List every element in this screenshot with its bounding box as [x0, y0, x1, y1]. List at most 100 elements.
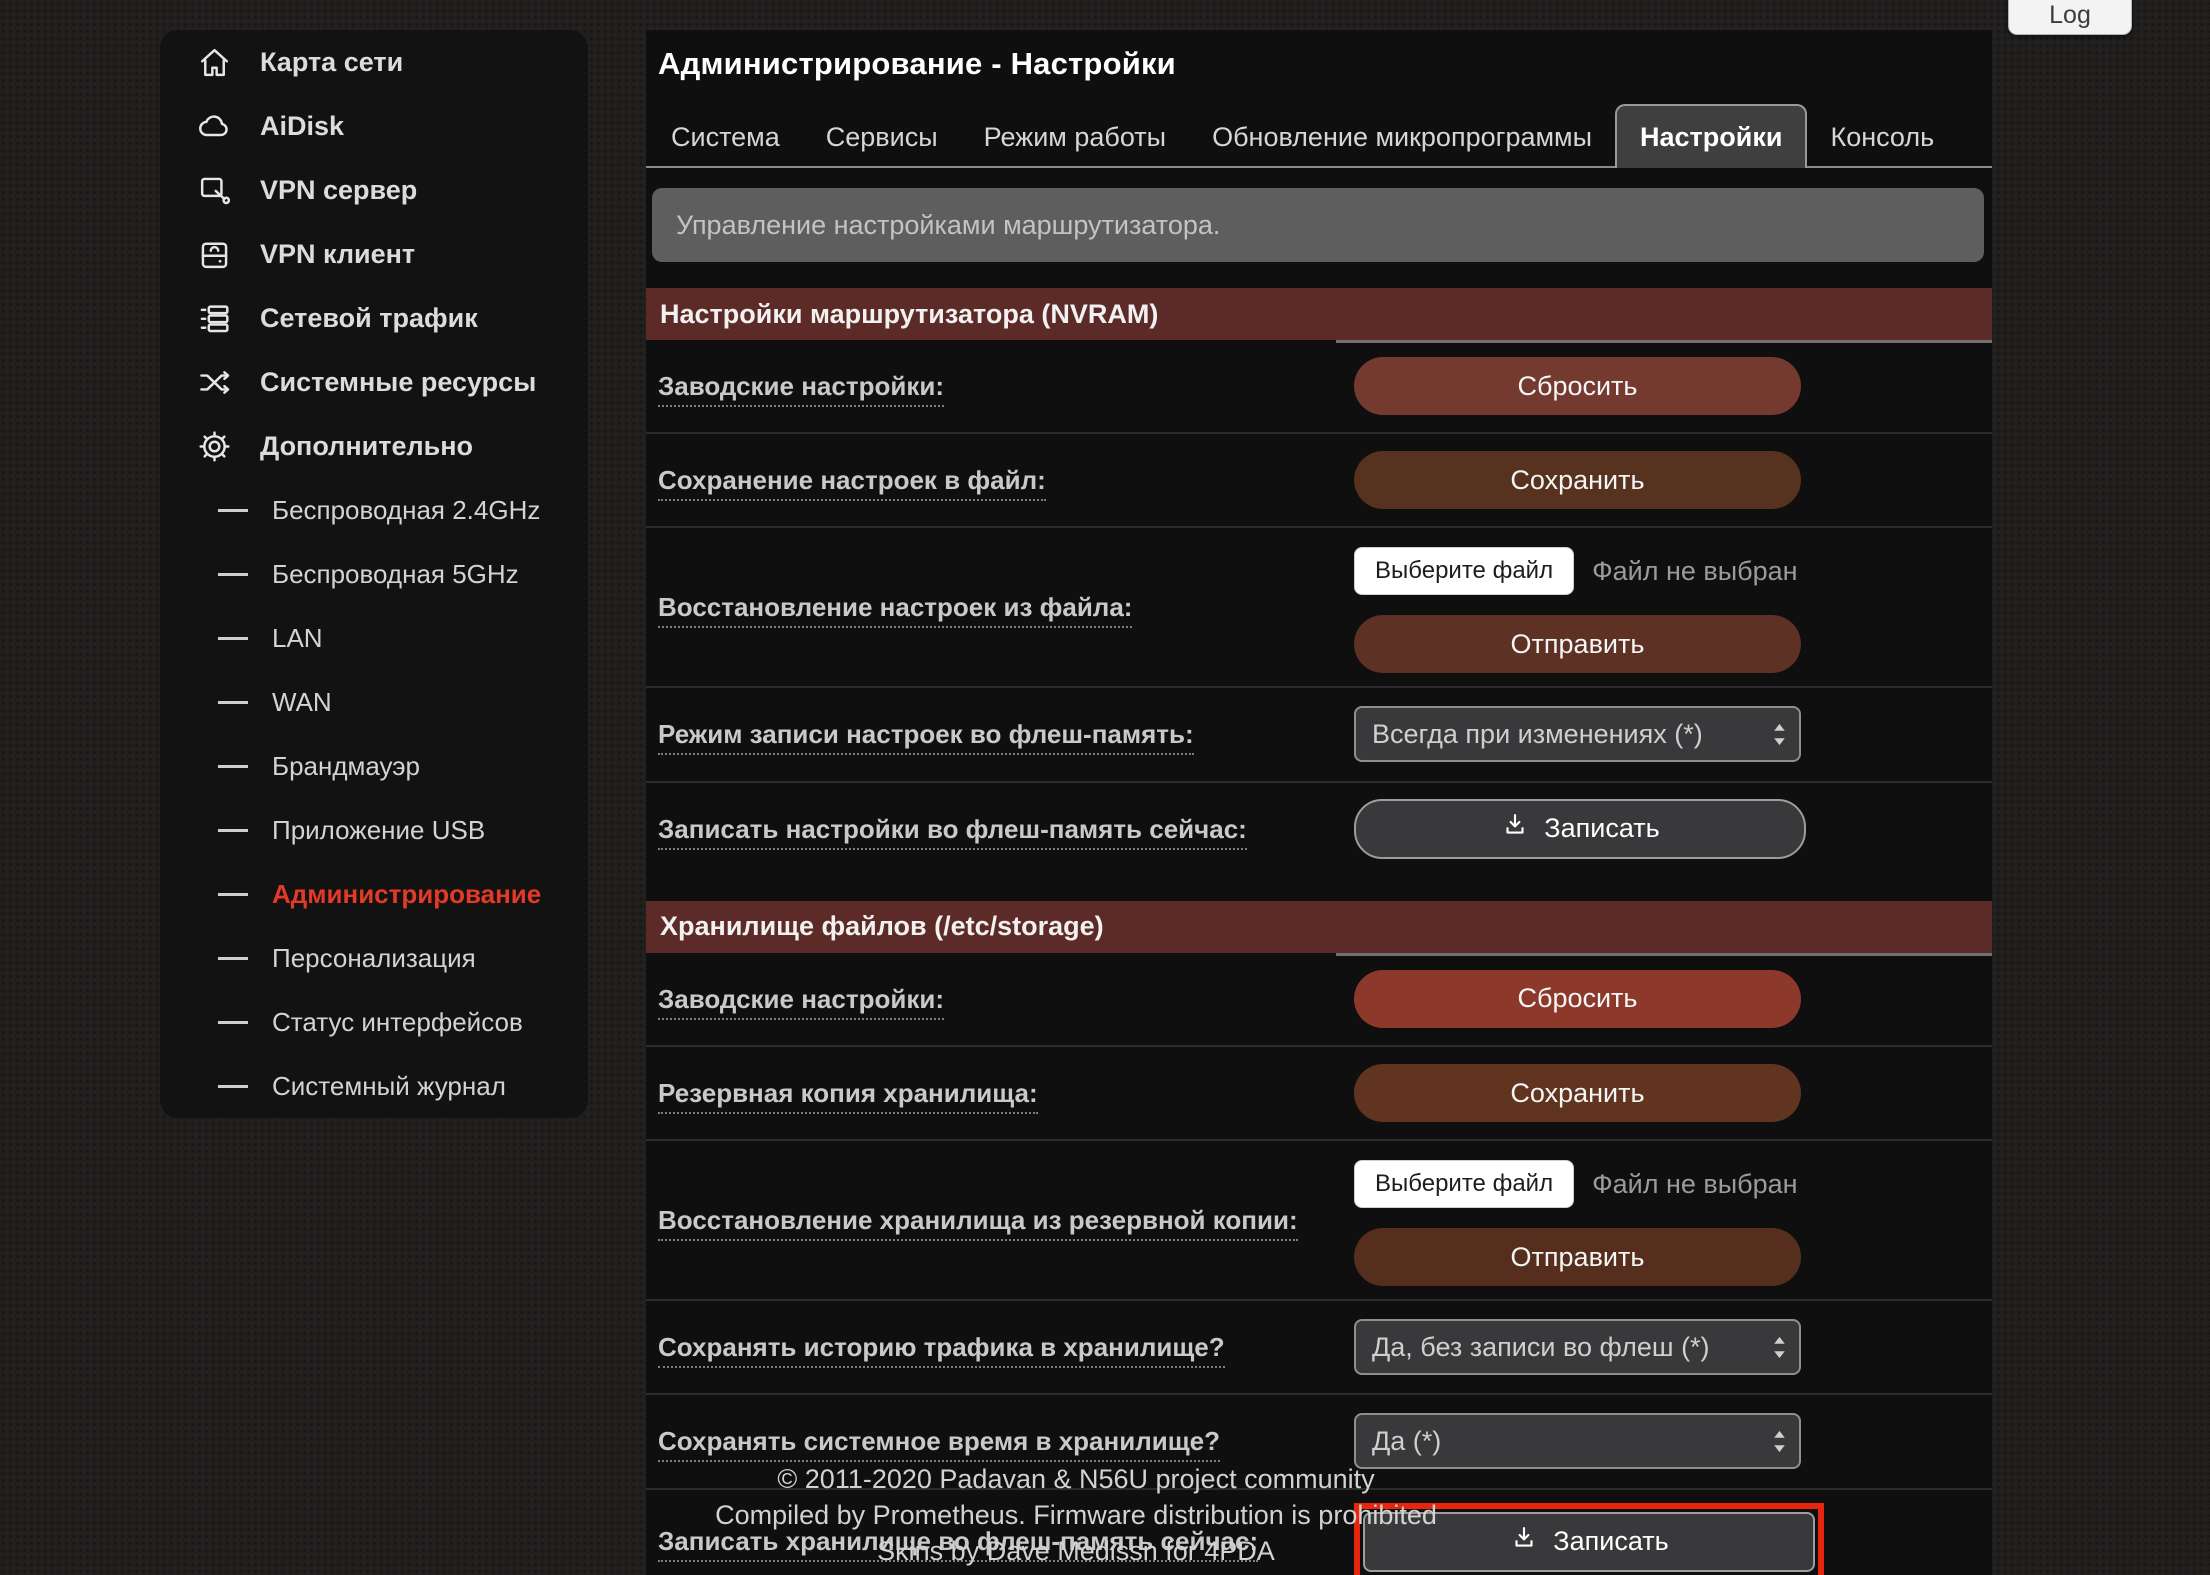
flash-write-mode-select[interactable]: Всегда при изменениях (*) — [1354, 706, 1801, 762]
setting-control-cell: Выберите файл Файл не выбран Отправить — [1342, 1141, 1992, 1299]
sidebar-subitem-system-log[interactable]: Системный журнал — [160, 1054, 588, 1118]
sidebar-subitem-personalization[interactable]: Персонализация — [160, 926, 588, 990]
footer-line: © 2011-2020 Padavan & N56U project commu… — [160, 1462, 1992, 1498]
file-status-text: Файл не выбран — [1592, 1169, 1797, 1200]
settings-row-save-traffic-history: Сохранять историю трафика в хранилище? Да… — [646, 1299, 1992, 1393]
sidebar-subitem-interface-status[interactable]: Статус интерфейсов — [160, 990, 588, 1054]
sidebar-subitem-firewall[interactable]: Брандмауэр — [160, 734, 588, 798]
sidebar-item-label: Дополнительно — [260, 431, 473, 462]
download-icon — [1500, 810, 1530, 847]
tree-dash-icon — [218, 701, 248, 704]
sidebar-subitem-label: Статус интерфейсов — [272, 1007, 523, 1038]
sidebar-subitem-label: Системный журнал — [272, 1071, 506, 1102]
setting-label: Режим записи настроек во флеш-память: — [658, 719, 1194, 755]
setting-label: Заводские настройки: — [658, 984, 944, 1020]
sidebar-item-aidisk[interactable]: AiDisk — [160, 94, 588, 158]
page-title: Администрирование - Настройки — [658, 46, 1992, 82]
setting-label: Восстановление настроек из файла: — [658, 592, 1132, 628]
shuffle-icon — [196, 364, 233, 401]
select-spinner-icon — [1772, 722, 1787, 747]
sidebar-subitem-wireless-24ghz[interactable]: Беспроводная 2.4GHz — [160, 478, 588, 542]
settings-row-storage-factory-reset: Заводские настройки: Сбросить — [646, 953, 1992, 1045]
tree-dash-icon — [218, 765, 248, 768]
select-spinner-icon — [1772, 1335, 1787, 1360]
setting-control-cell: Записать — [1342, 786, 1992, 872]
section-title: Настройки маршрутизатора (NVRAM) — [660, 299, 1158, 330]
sidebar-item-vpn-server[interactable]: VPN сервер — [160, 158, 588, 222]
file-status-text: Файл не выбран — [1592, 556, 1797, 587]
setting-label-cell: Сохранять историю трафика в хранилище? — [646, 1301, 1342, 1393]
tab-system[interactable]: Система — [648, 108, 803, 166]
storage-factory-reset-button[interactable]: Сбросить — [1354, 970, 1801, 1028]
tab-console[interactable]: Консоль — [1807, 108, 1957, 166]
setting-control-cell: Сбросить — [1342, 344, 1992, 428]
tree-dash-icon — [218, 893, 248, 896]
tree-dash-icon — [218, 1085, 248, 1088]
sidebar-item-network-traffic[interactable]: Сетевой трафик — [160, 286, 588, 350]
setting-label-cell: Восстановление хранилища из резервной ко… — [646, 1174, 1342, 1266]
select-value: Да, без записи во флеш (*) — [1372, 1332, 1710, 1363]
commit-settings-now-button[interactable]: Записать — [1354, 799, 1806, 859]
setting-label-cell: Записать настройки во флеш-память сейчас… — [646, 783, 1342, 875]
tab-settings[interactable]: Настройки — [1615, 104, 1807, 168]
setting-control-cell: Сбросить — [1342, 957, 1992, 1041]
tree-dash-icon — [218, 957, 248, 960]
sidebar-subitem-label: LAN — [272, 623, 323, 654]
save-system-time-select[interactable]: Да (*) — [1354, 1413, 1801, 1469]
footer: © 2011-2020 Padavan & N56U project commu… — [160, 1462, 1992, 1570]
home-icon — [196, 44, 233, 81]
tab-services[interactable]: Сервисы — [803, 108, 961, 166]
restore-settings-from-file-choose-file-button[interactable]: Выберите файл — [1354, 547, 1574, 595]
setting-label-cell: Резервная копия хранилища: — [646, 1047, 1342, 1139]
sidebar-subitem-administration[interactable]: Администрирование — [160, 862, 588, 926]
sidebar-subitem-wireless-5ghz[interactable]: Беспроводная 5GHz — [160, 542, 588, 606]
sidebar-subitem-label: WAN — [272, 687, 332, 718]
storage-restore-submit-button[interactable]: Отправить — [1354, 1228, 1801, 1286]
sidebar: Карта сетиAiDisk VPN сервер VPN клиентСете… — [160, 30, 588, 1118]
tab-firmware-upgrade[interactable]: Обновление микропрограммы — [1189, 108, 1615, 166]
info-text: Управление настройками маршрутизатора. — [676, 210, 1220, 241]
select-value: Всегда при изменениях (*) — [1372, 719, 1703, 750]
section-header: Хранилище файлов (/etc/storage) — [646, 901, 1992, 953]
save-settings-to-file-button[interactable]: Сохранить — [1354, 451, 1801, 509]
setting-label: Восстановление хранилища из резервной ко… — [658, 1205, 1298, 1241]
restore-settings-from-file-submit-button[interactable]: Отправить — [1354, 615, 1801, 673]
tree-dash-icon — [218, 637, 248, 640]
setting-control-cell: Сохранить — [1342, 1051, 1992, 1135]
tab-operation-mode[interactable]: Режим работы — [961, 108, 1189, 166]
tree-dash-icon — [218, 573, 248, 576]
sidebar-subitem-wan[interactable]: WAN — [160, 670, 588, 734]
sidebar-subitem-lan[interactable]: LAN — [160, 606, 588, 670]
section-rows: Заводские настройки:Сбросить Сохранение н… — [646, 340, 1992, 875]
storage-restore-choose-file-button[interactable]: Выберите файл — [1354, 1160, 1574, 1208]
tab-bar: СистемаСервисыРежим работыОбновление мик… — [646, 104, 1992, 168]
factory-reset-button[interactable]: Сбросить — [1354, 357, 1801, 415]
main-content: Администрирование - Настройки СистемаСер… — [646, 30, 1992, 1575]
settings-row-storage-backup: Резервная копия хранилища:Сохранить — [646, 1045, 1992, 1139]
sidebar-subitem-label: Беспроводная 2.4GHz — [272, 495, 540, 526]
section-0: Настройки маршрутизатора (NVRAM) Заводски… — [646, 288, 1992, 875]
sidebar-subitem-label: Администрирование — [272, 879, 541, 910]
setting-control-cell: Выберите файл Файл не выбран Отправить — [1342, 528, 1992, 686]
sidebar-item-system-resources[interactable]: Системные ресурсы — [160, 350, 588, 414]
setting-label: Записать настройки во флеш-память сейчас… — [658, 814, 1247, 850]
storage-backup-button[interactable]: Сохранить — [1354, 1064, 1801, 1122]
sidebar-subitem-label: Приложение USB — [272, 815, 485, 846]
page: Log Карта сетиAiDisk VPN сервер VPN клиент… — [0, 0, 2210, 1575]
footer-line: Compiled by Prometheus. Firmware distrib… — [160, 1498, 1992, 1534]
network-traffic-icon — [196, 300, 233, 337]
sidebar-subitem-label: Персонализация — [272, 943, 476, 974]
setting-label: Сохранять системное время в хранилище? — [658, 1426, 1220, 1462]
sidebar-item-label: VPN сервер — [260, 175, 417, 206]
log-button[interactable]: Log — [2008, 0, 2132, 35]
sidebar-subitem-label: Беспроводная 5GHz — [272, 559, 519, 590]
setting-label-cell: Заводские настройки: — [646, 340, 1342, 432]
cloud-icon — [196, 108, 233, 145]
sidebar-item-advanced[interactable]: Дополнительно — [160, 414, 588, 478]
sidebar-item-network-map[interactable]: Карта сети — [160, 30, 588, 94]
sidebar-item-vpn-client[interactable]: VPN клиент — [160, 222, 588, 286]
settings-sections: Настройки маршрутизатора (NVRAM) Заводски… — [646, 288, 1992, 1575]
sidebar-subitem-usb-application[interactable]: Приложение USB — [160, 798, 588, 862]
save-traffic-history-select[interactable]: Да, без записи во флеш (*) — [1354, 1319, 1801, 1375]
settings-row-save-settings-to-file: Сохранение настроек в файл:Сохранить — [646, 432, 1992, 526]
